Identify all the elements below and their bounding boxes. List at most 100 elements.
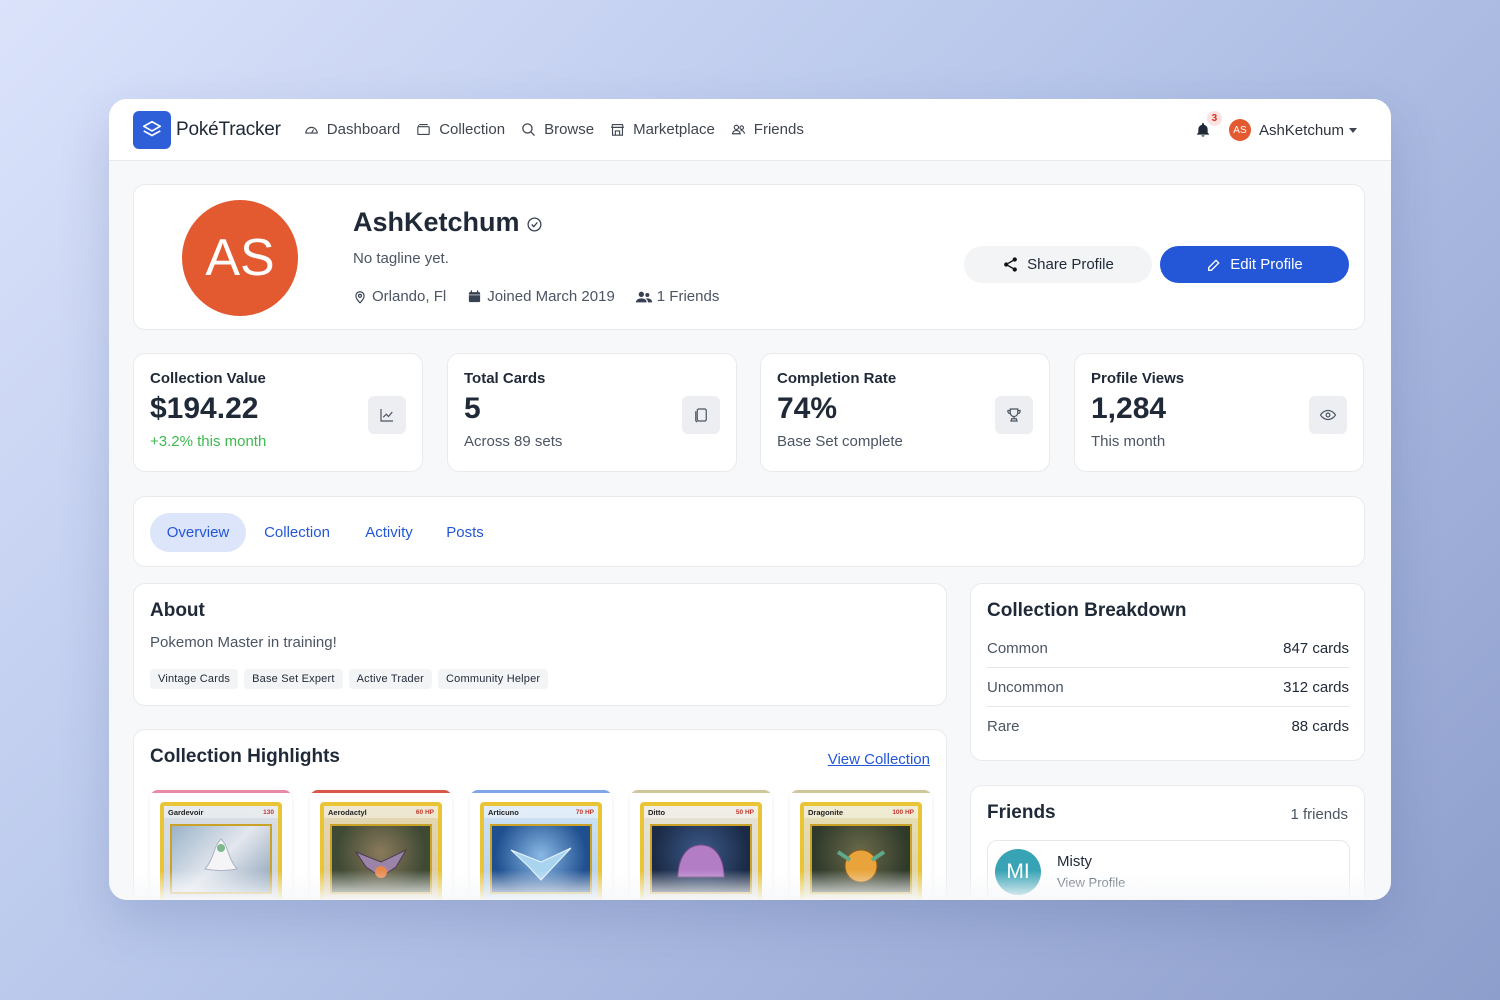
verified-icon: [527, 217, 542, 232]
nav-marketplace[interactable]: Marketplace: [609, 121, 715, 138]
card-image: Gardevoir 130: [160, 802, 282, 900]
stat-value: 5: [464, 392, 481, 425]
search-icon: [522, 123, 536, 136]
view-profile-link[interactable]: View Profile: [1057, 875, 1125, 890]
view-collection-link[interactable]: View Collection: [828, 751, 930, 768]
edit-icon: [1208, 258, 1220, 271]
stat-sub: Base Set complete: [777, 433, 903, 450]
breakdown-value: 847 cards: [1283, 639, 1349, 657]
eye-icon: [1309, 396, 1347, 434]
stat-sub: +3.2% this month: [150, 433, 267, 450]
users-icon: [635, 291, 652, 302]
stat-completion-rate: Completion Rate 74% Base Set complete: [760, 353, 1050, 472]
stat-collection-value: Collection Value $194.22 +3.2% this mont…: [133, 353, 423, 472]
card-name: Dragonite: [808, 807, 844, 817]
card-accent-bar: [150, 790, 292, 793]
chevron-down-icon[interactable]: [1349, 127, 1357, 133]
badge: Community Helper: [438, 669, 549, 689]
tab-activity[interactable]: Activity: [359, 513, 419, 552]
user-menu-name[interactable]: AshKetchum: [1259, 122, 1344, 139]
bell-icon: [1196, 123, 1209, 137]
app-window: PokéTracker Dashboard Collection Browse …: [109, 99, 1391, 900]
notifications-button[interactable]: 3: [1193, 111, 1222, 140]
profile-joined: Joined March 2019: [467, 288, 615, 305]
calendar-icon: [469, 290, 481, 303]
nav-friends[interactable]: Friends: [730, 121, 804, 138]
top-navbar: PokéTracker Dashboard Collection Browse …: [109, 99, 1391, 161]
stat-label: Collection Value: [150, 370, 266, 387]
logo-icon[interactable]: [133, 110, 171, 149]
profile-joined-text: Joined March 2019: [487, 288, 615, 305]
tab-posts[interactable]: Posts: [443, 513, 487, 552]
friends-panel: Friends 1 friends MI Misty View Profile: [970, 785, 1365, 900]
profile-meta: Orlando, Fl Joined March 2019 1 Friends: [353, 288, 740, 305]
stat-sub: Across 89 sets: [464, 433, 563, 450]
card-hp: 50 HP: [735, 808, 754, 816]
profile-tagline: No tagline yet.: [353, 250, 449, 267]
breakdown-row: Rare 88 cards: [987, 707, 1349, 746]
card-name: Aerodactyl: [328, 807, 367, 817]
stat-value: 74%: [777, 392, 838, 425]
card-art: [810, 824, 912, 894]
nav-dashboard[interactable]: Dashboard: [303, 121, 400, 138]
edit-profile-label: Edit Profile: [1230, 256, 1303, 273]
collection-highlights: Collection Highlights View Collection Ga…: [133, 729, 947, 900]
profile-name: AshKetchum: [353, 207, 520, 237]
stat-label: Total Cards: [464, 370, 546, 387]
card-accent-bar: [310, 790, 452, 793]
card-name: Articuno: [488, 807, 519, 817]
cards-icon: [682, 396, 720, 434]
friends-title: Friends: [987, 802, 1056, 823]
friend-card[interactable]: MI Misty View Profile: [987, 840, 1350, 900]
stat-sub: This month: [1091, 433, 1166, 450]
card-name: Gardevoir: [168, 807, 204, 817]
profile-location-text: Orlando, Fl: [372, 288, 447, 305]
card-accent-bar: [630, 790, 772, 793]
pokemon-card[interactable]: Articuno 70 HP: [470, 790, 612, 900]
stat-value: $194.22: [150, 392, 259, 425]
nav-browse[interactable]: Browse: [520, 121, 594, 138]
card-header: Gardevoir 130: [164, 806, 278, 818]
badge: Vintage Cards: [150, 669, 239, 689]
profile-tabs: Overview Collection Activity Posts: [133, 496, 1365, 567]
breakdown-value: 88 cards: [1291, 718, 1349, 735]
breakdown-label: Common: [987, 639, 1048, 657]
avatar[interactable]: AS: [1228, 119, 1251, 141]
card-hp: 70 HP: [575, 808, 594, 816]
gauge-icon: [305, 126, 318, 134]
pokemon-card[interactable]: Aerodactyl 60 HP: [310, 790, 452, 900]
friend-name: Misty: [1057, 853, 1092, 870]
card-image: Articuno 70 HP: [480, 802, 602, 900]
nav-collection[interactable]: Collection: [415, 121, 505, 138]
profile-avatar: AS: [182, 200, 298, 316]
share-profile-button[interactable]: Share Profile: [964, 246, 1152, 283]
badge: Base Set Expert: [244, 669, 343, 689]
card-name: Ditto: [648, 807, 666, 817]
nav-dashboard-label: Dashboard: [326, 121, 401, 138]
store-icon: [611, 123, 624, 136]
profile-friends: 1 Friends: [635, 288, 719, 305]
highlights-title: Collection Highlights: [150, 746, 340, 767]
collection-breakdown: Collection Breakdown Common 847 cards Un…: [970, 583, 1365, 761]
card-image: Ditto 50 HP: [640, 802, 762, 900]
breakdown-row: Uncommon 312 cards: [987, 668, 1349, 707]
card-accent-bar: [790, 790, 932, 793]
card-hp: 100 HP: [892, 808, 914, 816]
card-header: Ditto 50 HP: [644, 806, 758, 818]
card-hp: 130: [263, 808, 274, 816]
stat-value: 1,284: [1091, 392, 1167, 425]
card-art: [490, 824, 592, 894]
pokemon-card[interactable]: Gardevoir 130: [150, 790, 292, 900]
card-accent-bar: [470, 790, 612, 793]
tab-collection[interactable]: Collection: [258, 513, 336, 552]
breakdown-label: Uncommon: [987, 678, 1064, 696]
badge-list: Vintage Cards Base Set Expert Active Tra…: [150, 669, 554, 689]
pokemon-card[interactable]: Dragonite 100 HP: [790, 790, 932, 900]
breakdown-label: Rare: [987, 718, 1020, 735]
edit-profile-button[interactable]: Edit Profile: [1160, 246, 1349, 283]
brand-name[interactable]: PokéTracker: [176, 119, 281, 141]
tab-overview[interactable]: Overview: [150, 513, 246, 552]
badge: Active Trader: [348, 669, 433, 689]
stat-total-cards: Total Cards 5 Across 89 sets: [447, 353, 737, 472]
pokemon-card[interactable]: Ditto 50 HP: [630, 790, 772, 900]
